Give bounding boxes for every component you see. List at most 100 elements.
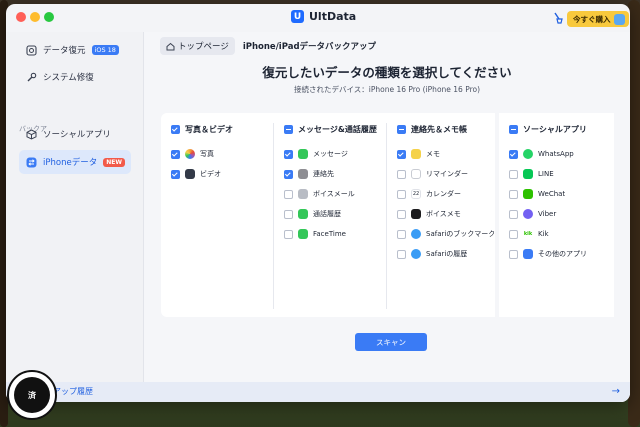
item-checkbox[interactable] xyxy=(509,229,518,239)
category-label: 連絡先＆メモ帳 xyxy=(411,125,467,134)
sidebar-item-label: ソーシャルアプリ xyxy=(43,130,111,140)
category-header[interactable]: 連絡先＆メモ帳 xyxy=(397,124,467,135)
item-label: WhatsApp xyxy=(538,150,574,158)
data-item-facetime[interactable]: FaceTime xyxy=(284,229,346,239)
item-checkbox[interactable] xyxy=(509,249,518,259)
data-item-kik[interactable]: kik Kik xyxy=(509,229,549,239)
category-header[interactable]: メッセージ&通話履歴 xyxy=(284,124,377,135)
item-label: メッセージ xyxy=(313,150,348,158)
data-item-safari-history[interactable]: Safariの履歴 xyxy=(397,249,467,259)
item-label: その他のアプリ xyxy=(538,250,587,258)
category-checkbox[interactable] xyxy=(509,125,518,134)
safari-icon xyxy=(411,229,421,239)
buy-now-label: 今すぐ購入 xyxy=(573,14,611,24)
item-checkbox[interactable] xyxy=(284,209,293,219)
data-item-messages[interactable]: メッセージ xyxy=(284,149,348,159)
data-item-voice-memos[interactable]: ボイスメモ xyxy=(397,209,461,219)
arrow-right-icon[interactable]: → xyxy=(612,386,620,397)
item-checkbox[interactable] xyxy=(397,169,406,179)
item-checkbox[interactable] xyxy=(397,249,406,259)
data-item-contacts[interactable]: 連絡先 xyxy=(284,169,334,179)
item-checkbox[interactable] xyxy=(171,149,180,159)
item-checkbox[interactable] xyxy=(397,149,406,159)
app-name: UltData xyxy=(309,10,357,23)
item-checkbox[interactable] xyxy=(397,229,406,239)
wrench-icon xyxy=(27,72,37,81)
new-badge: NEW xyxy=(103,157,125,167)
data-item-reminders[interactable]: リマインダー xyxy=(397,169,468,179)
sidebar-item-system-repair[interactable]: システム修復 xyxy=(19,65,131,89)
item-checkbox[interactable] xyxy=(397,209,406,219)
item-checkbox[interactable] xyxy=(171,169,180,179)
ios-version-badge: iOS 18 xyxy=(91,45,119,55)
sidebar-item-label: システム修復 xyxy=(43,73,94,83)
item-checkbox[interactable] xyxy=(509,209,518,219)
category-column-photos: 写真＆ビデオ 写真 ビデオ xyxy=(161,113,273,317)
data-item-other-apps[interactable]: その他のアプリ xyxy=(509,249,587,259)
item-label: メモ xyxy=(426,150,440,158)
item-label: 通話履歴 xyxy=(313,210,341,218)
item-checkbox[interactable] xyxy=(284,169,293,179)
data-item-call-history[interactable]: 通話履歴 xyxy=(284,209,341,219)
item-checkbox[interactable] xyxy=(284,189,293,199)
contacts-icon xyxy=(298,169,308,179)
kik-icon: kik xyxy=(523,229,533,239)
whatsapp-icon xyxy=(523,149,533,159)
minimize-window-button[interactable] xyxy=(30,12,40,22)
breadcrumb-home[interactable]: トップページ xyxy=(160,37,235,55)
app-title: U UltData xyxy=(291,10,356,23)
data-item-safari-bookmarks[interactable]: Safariのブックマーク xyxy=(397,229,494,239)
sidebar-item-label: iPhoneデータ xyxy=(43,158,98,168)
close-window-button[interactable] xyxy=(16,12,26,22)
data-item-photos[interactable]: 写真 xyxy=(171,149,214,159)
data-item-calendar[interactable]: 22 カレンダー xyxy=(397,189,461,199)
cube-icon xyxy=(26,128,37,140)
category-label: ソーシャルアプリ xyxy=(523,125,587,134)
category-checkbox[interactable] xyxy=(397,125,406,134)
buy-now-button[interactable]: 今すぐ購入 xyxy=(567,11,629,27)
item-label: 写真 xyxy=(200,150,214,158)
data-item-voicemail[interactable]: ボイスメール xyxy=(284,189,355,199)
item-checkbox[interactable] xyxy=(284,229,293,239)
watermark-seal-icon: 済 xyxy=(7,370,57,420)
data-item-video[interactable]: ビデオ xyxy=(171,169,221,179)
item-label: Safariの履歴 xyxy=(426,250,468,258)
main-content: トップページ iPhone/iPadデータバックアップ 復元したいデータの種類を… xyxy=(144,32,630,402)
category-checkbox[interactable] xyxy=(171,125,180,134)
item-label: WeChat xyxy=(538,190,566,198)
data-item-notes[interactable]: メモ xyxy=(397,149,440,159)
category-label: 写真＆ビデオ xyxy=(185,125,233,134)
line-icon xyxy=(523,169,533,179)
item-label: リマインダー xyxy=(426,170,468,178)
item-checkbox[interactable] xyxy=(284,149,293,159)
voicemail-icon xyxy=(298,189,308,199)
clapper-icon xyxy=(185,169,195,179)
item-checkbox[interactable] xyxy=(509,149,518,159)
safari-icon xyxy=(411,249,421,259)
item-label: Safariのブックマーク xyxy=(426,230,494,238)
scan-button[interactable]: スキャン xyxy=(355,333,427,351)
page-title: 復元したいデータの種類を選択してください xyxy=(262,65,512,80)
sidebar-item-iphone-data[interactable]: iPhoneデータ NEW xyxy=(19,150,131,174)
item-checkbox[interactable] xyxy=(509,169,518,179)
data-item-wechat[interactable]: WeChat xyxy=(509,189,565,199)
zoom-window-button[interactable] xyxy=(44,12,54,22)
calendar-icon: 22 xyxy=(411,189,421,199)
data-item-viber[interactable]: Viber xyxy=(509,209,556,219)
item-checkbox[interactable] xyxy=(397,189,406,199)
broom-icon[interactable] xyxy=(551,11,565,25)
item-checkbox[interactable] xyxy=(509,189,518,199)
sidebar-item-social-apps[interactable]: ソーシャルアプリ xyxy=(19,122,131,146)
data-item-line[interactable]: LINE xyxy=(509,169,554,179)
category-header[interactable]: ソーシャルアプリ xyxy=(509,124,587,135)
home-icon xyxy=(166,42,175,50)
sidebar-item-data-restore[interactable]: データ復元 iOS 18 xyxy=(19,38,131,62)
titlebar: U UltData 今すぐ購入 xyxy=(6,4,630,32)
data-item-whatsapp[interactable]: WhatsApp xyxy=(509,149,574,159)
category-header[interactable]: 写真＆ビデオ xyxy=(171,124,233,135)
app-window: U UltData 今すぐ購入 データ復元 iOS 18 システム修復 バックア… xyxy=(6,4,630,402)
ultdata-logo-icon: U xyxy=(291,10,304,23)
category-checkbox[interactable] xyxy=(284,125,293,134)
data-type-panel: 写真＆ビデオ 写真 ビデオ メッセージ&通話履歴 メッセージ 連絡先 ボイスメー… xyxy=(161,113,614,317)
sidebar-item-label: データ復元 xyxy=(43,46,86,56)
